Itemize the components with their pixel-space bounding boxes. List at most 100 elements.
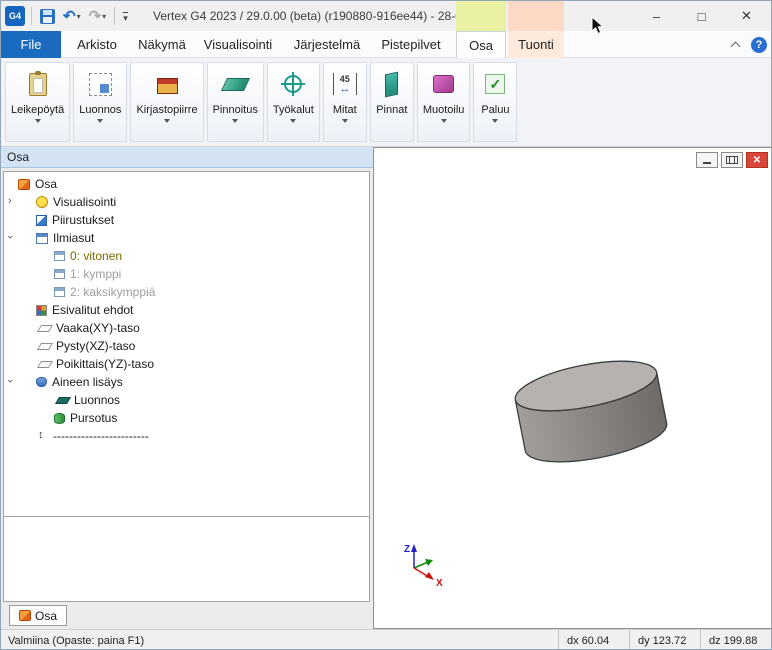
part-icon [18,179,30,190]
visualization-icon [36,196,48,208]
ribbon-button-muotoilu[interactable]: Muotoilu [417,62,471,142]
app-window: G4 Vertex G4 2023 / 29.0.00 (beta) (r190… [0,0,772,650]
chevron-right-icon[interactable] [8,195,18,207]
tab-strip-extras: ? [729,31,767,58]
panel-tab-osa[interactable]: Osa [9,605,67,626]
redo-icon [89,9,102,24]
tree-item-vaaka-xy-taso[interactable]: Vaaka(XY)-taso [4,319,369,337]
tree-item-2-kaksikymppi[interactable]: 2: kaksikymppiä [4,283,369,301]
undo-icon [63,9,76,24]
status-message: Valmiina (Opaste: paina F1) [1,635,558,647]
tree-item-0-vitonen[interactable]: 0: vitonen [4,247,369,265]
help-button[interactable]: ? [751,37,767,53]
configurations-icon [36,233,48,244]
tree-item-1-kymppi[interactable]: 1: kymppi [4,265,369,283]
ribbon-button-mitat[interactable]: Mitat [323,62,367,142]
ribbon-button-pinnoitus[interactable]: Pinnoitus [207,62,264,142]
tree-item-osa[interactable]: Osa [4,175,369,193]
viewport-minimize-button[interactable] [696,152,718,168]
viewport-restore-button[interactable] [721,152,743,168]
tree-item-label: 0: vitonen [70,249,122,263]
close-button[interactable]: ✕ [724,1,769,31]
tab-osa[interactable]: Osa [456,31,506,58]
chevron-down-icon [35,119,41,123]
shaping-icon [433,67,454,101]
titlebar: G4 Vertex G4 2023 / 29.0.00 (beta) (r190… [1,1,771,31]
chevron-down-icon [77,12,81,21]
window-title: Vertex G4 2023 / 29.0.00 (beta) (r190880… [153,1,472,31]
chevron-down-icon [441,119,447,123]
chevron-down-icon [342,119,348,123]
model-tree-panel: Osa Osa Visualisointi Piirustukset Ilmiasut… [1,147,373,629]
mouse-cursor-icon [591,16,605,36]
tab-pistepilvet[interactable]: Pistepilvet [371,31,451,58]
tab-file[interactable]: File [1,31,61,58]
ribbon-button-ty-kalut[interactable]: Työkalut [267,62,320,142]
quick-access-toolbar: G4 [5,1,130,31]
tree-item-piirustukset[interactable]: Piirustukset [4,211,369,229]
sketch-grid-icon [89,67,112,101]
tab-j-rjestelm[interactable]: Järjestelmä [283,31,371,58]
tree-item-label: 2: kaksikymppiä [70,285,155,299]
tree-item-label: Pysty(XZ)-taso [56,339,135,353]
chevron-down-icon [164,119,170,123]
tab-arkisto[interactable]: Arkisto [63,31,131,58]
tree-item-item[interactable]: ------------------------ [4,427,369,445]
configuration-icon [54,251,65,261]
tree-item-luonnos[interactable]: Luonnos [4,391,369,409]
chevron-down-icon[interactable] [8,231,18,243]
chevron-down-icon[interactable] [8,375,18,387]
tree-item-pysty-xz-taso[interactable]: Pysty(XZ)-taso [4,337,369,355]
window-controls: – □ ✕ [634,1,769,31]
chevron-down-icon [97,119,103,123]
tree-item-label: Pursotus [70,411,117,425]
tab-visualisointi[interactable]: Visualisointi [193,31,283,58]
tree-item-esivalitut-ehdot[interactable]: Esivalitut ehdot [4,301,369,319]
collapse-ribbon-icon[interactable] [729,38,743,52]
tree-item-ilmiasut[interactable]: Ilmiasut [4,229,369,247]
model-tree: Osa Visualisointi Piirustukset Ilmiasut 0: v… [3,171,370,517]
model-scene: Z X [374,148,772,628]
z-axis-label: Z [404,544,410,555]
viewport[interactable]: Z X [373,147,772,629]
tree-item-visualisointi[interactable]: Visualisointi [4,193,369,211]
part-icon [19,610,31,621]
minimize-button[interactable]: – [634,1,679,31]
x-axis-label: X [436,578,443,589]
coating-icon [224,67,247,101]
tree-item-label: Piirustukset [52,213,114,227]
dimension-45-icon [333,67,357,101]
tree-item-poikittais-yz-taso[interactable]: Poikittais(YZ)-taso [4,355,369,373]
ribbon-button-leikep-yt[interactable]: Leikepöytä [5,62,70,142]
tab-tuonti[interactable]: Tuonti [508,31,564,58]
chevron-down-icon [290,119,296,123]
library-feature-icon [157,78,178,94]
redo-button[interactable] [87,4,109,28]
maximize-button[interactable]: □ [679,1,724,31]
tree-item-pursotus[interactable]: Pursotus [4,409,369,427]
save-button[interactable] [38,4,57,28]
ribbon-button-luonnos[interactable]: Luonnos [73,62,127,142]
tree-item-aineen-lis-ys[interactable]: Aineen lisäys [4,373,369,391]
undo-button[interactable] [61,4,83,28]
divider [114,7,115,25]
ribbon-button-label: Pinnoitus [213,104,258,116]
tab-n-kym[interactable]: Näkymä [131,31,193,58]
clipboard-icon [29,67,47,101]
ribbon-button-label: Työkalut [273,104,314,116]
model-cylinder[interactable] [511,352,670,472]
customize-toolbar-button[interactable] [121,4,130,28]
return-check-icon [485,74,505,94]
ribbon-button-paluu[interactable]: Paluu [473,62,517,142]
ribbon-button-pinnat[interactable]: Pinnat [370,62,414,142]
tree-item-label: Luonnos [74,393,120,407]
shaping-icon [433,75,454,93]
plane-transverse-icon [37,361,53,368]
app-logo: G4 [5,6,25,26]
z-axis-arrow-icon [411,544,417,552]
viewport-close-button[interactable] [746,152,768,168]
tree-item-label: Visualisointi [53,195,116,209]
tools-icon [284,67,302,101]
tree-item-label: Aineen lisäys [52,375,123,389]
ribbon-button-kirjastopiirre[interactable]: Kirjastopiirre [130,62,203,142]
